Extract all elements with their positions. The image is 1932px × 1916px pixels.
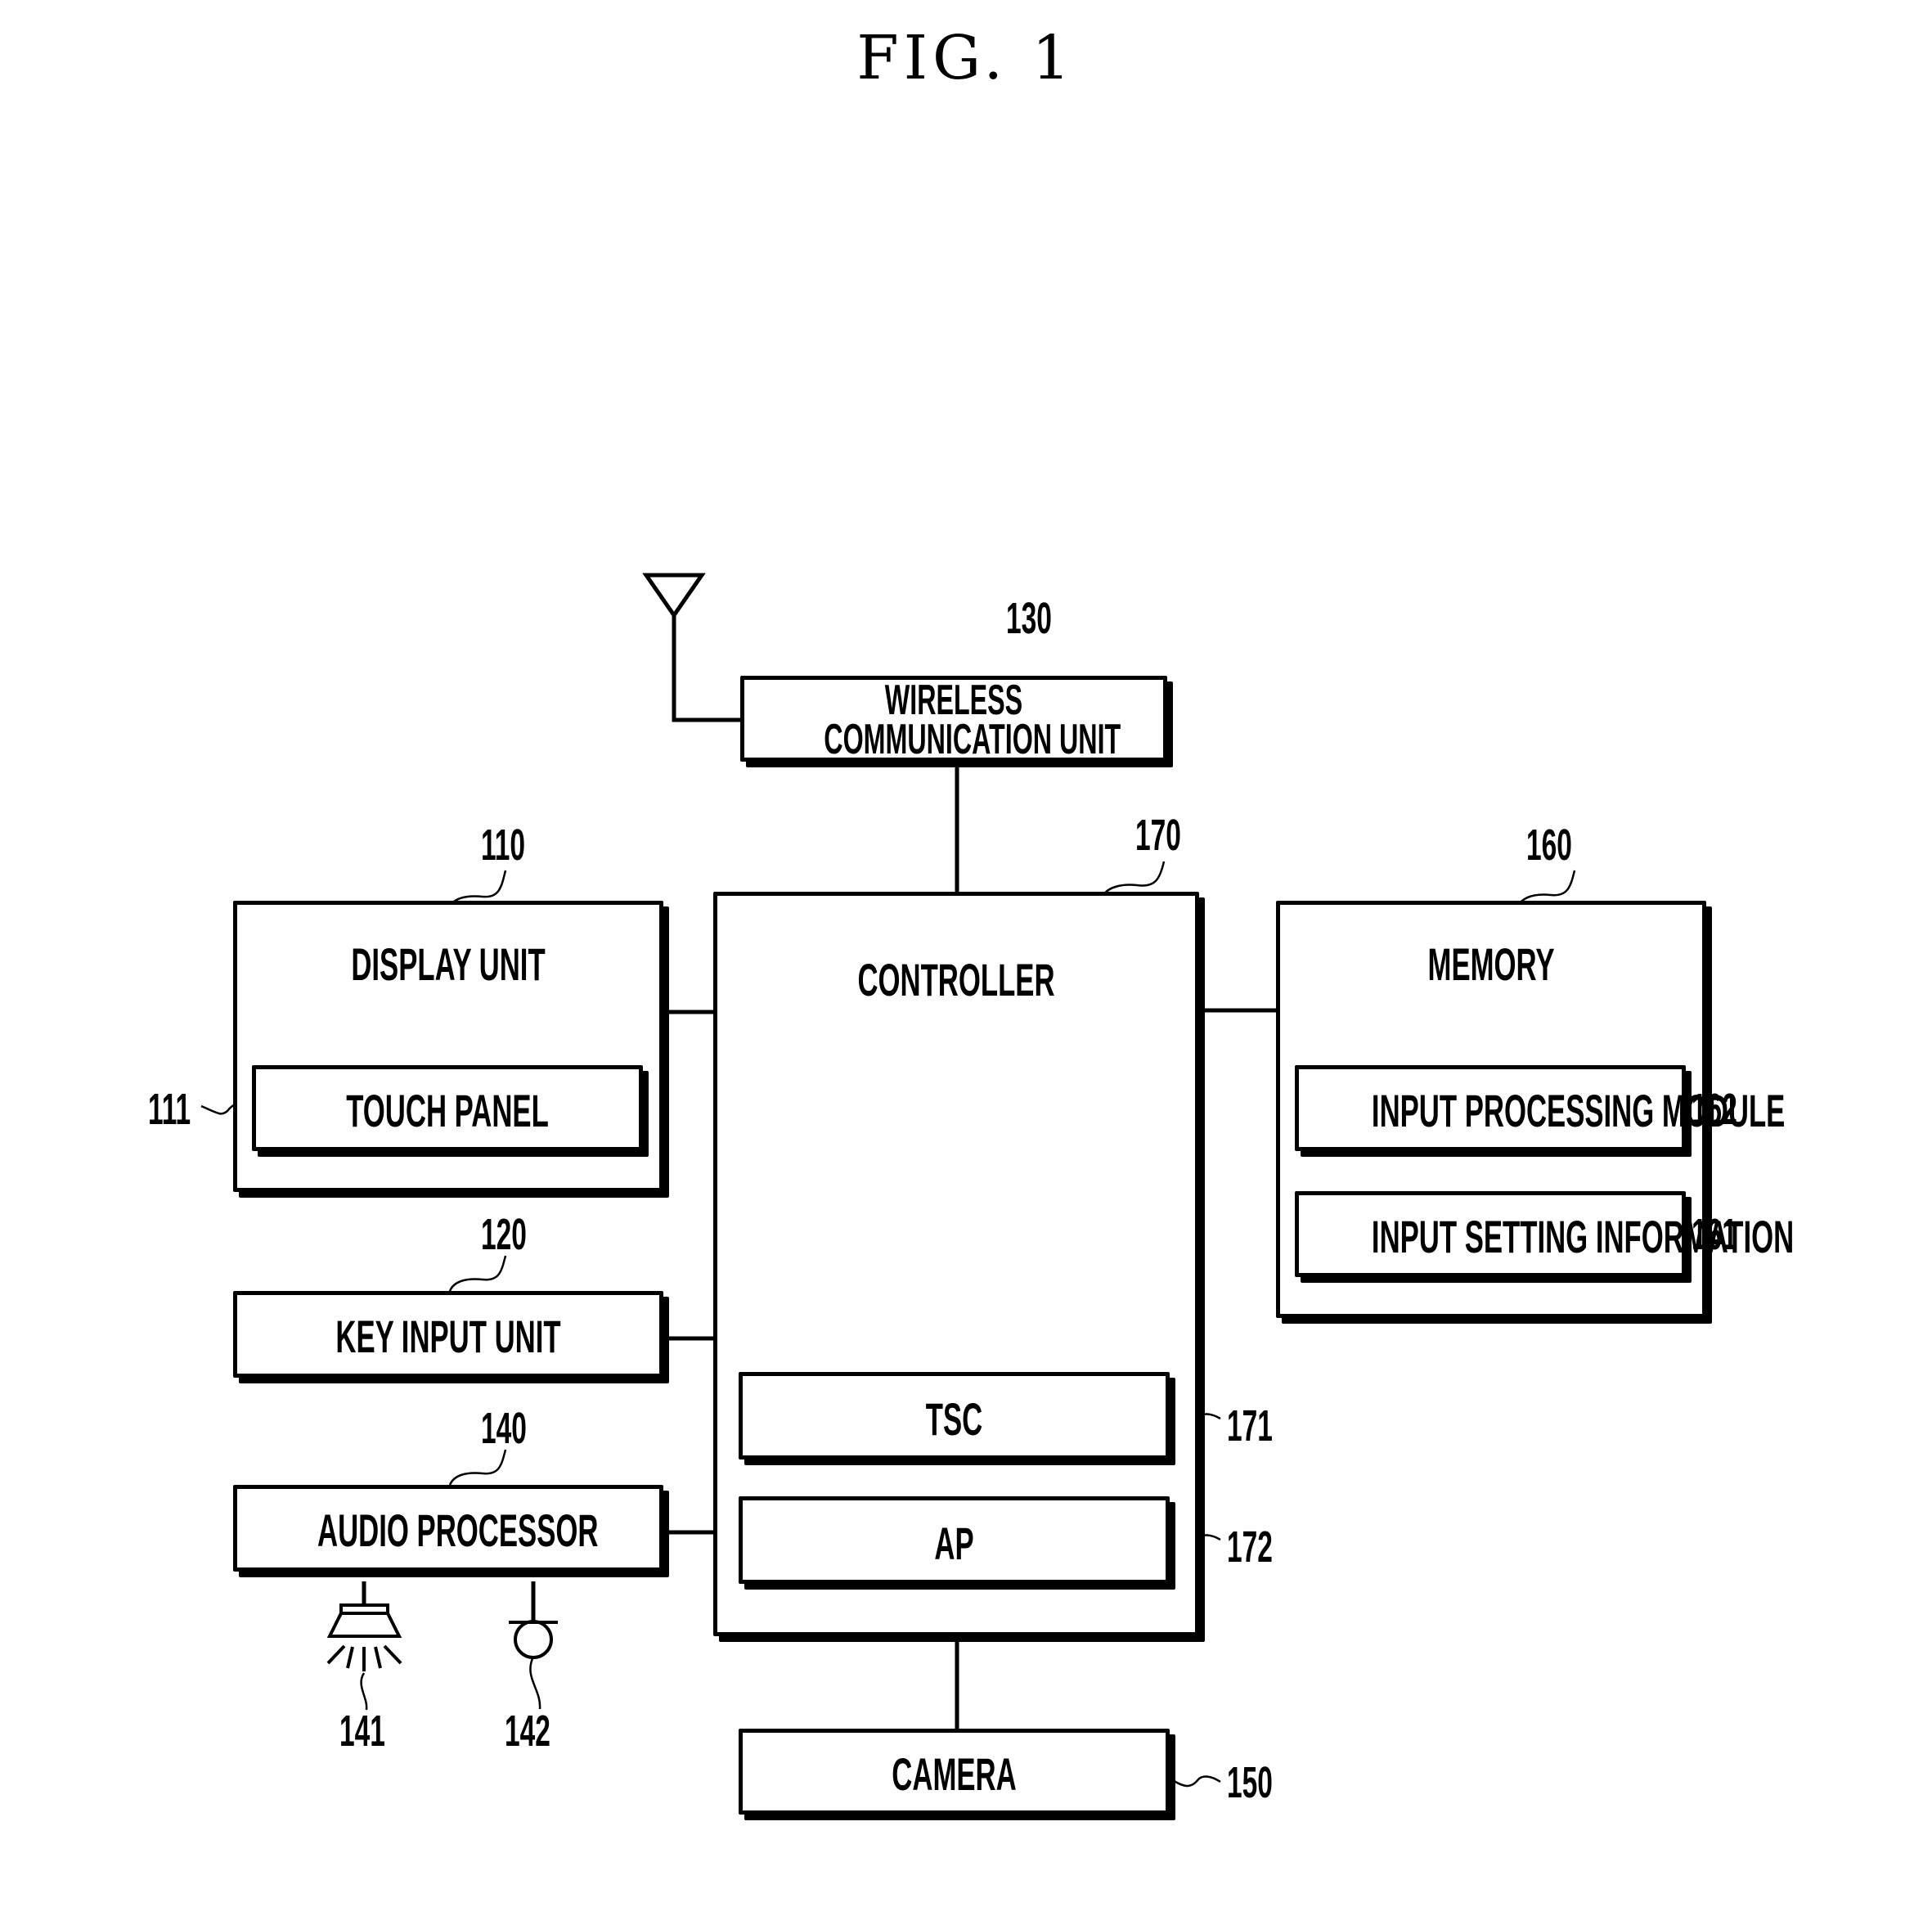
- ref-110: 110: [481, 821, 526, 870]
- ref-141: 141: [339, 1707, 385, 1756]
- tsc-block: TSC: [739, 1372, 1170, 1459]
- wireless-communication-unit-block: WIRELESS COMMUNICATION UNIT: [740, 676, 1167, 762]
- ap-label: AP: [934, 1518, 974, 1569]
- key-input-unit-block: KEY INPUT UNIT: [233, 1291, 663, 1378]
- memory-label: MEMORY: [1427, 938, 1555, 990]
- tsc-label: TSC: [925, 1393, 983, 1445]
- audio-processor-block: AUDIO PROCESSOR: [233, 1485, 663, 1572]
- ap-block: AP: [739, 1496, 1170, 1584]
- ref-111: 111: [148, 1085, 191, 1134]
- ref-150: 150: [1227, 1758, 1273, 1807]
- audio-processor-label: AUDIO PROCESSOR: [317, 1504, 599, 1556]
- block-diagram: FIG. 1 WIRELESS COMMUNICATION UNIT 130 C…: [0, 0, 1932, 1916]
- ref-120: 120: [481, 1210, 527, 1259]
- microphone-icon: [509, 1620, 558, 1659]
- input-processing-module-label: INPUT PROCESSING MODULE: [1371, 1085, 1786, 1136]
- touch-panel-label: TOUCH PANEL: [346, 1085, 549, 1136]
- ref-142: 142: [505, 1707, 550, 1756]
- speaker-icon: [326, 1603, 402, 1671]
- display-unit-label: DISPLAY UNIT: [351, 938, 546, 990]
- controller-label: CONTROLLER: [857, 954, 1055, 1005]
- input-setting-information-block: INPUT SETTING INFORMATION: [1295, 1191, 1795, 1277]
- wireless-label-line2: COMMUNICATION UNIT: [824, 716, 1121, 763]
- antenna-icon: [642, 573, 743, 722]
- ref-130: 130: [1006, 594, 1052, 643]
- ref-172: 172: [1227, 1522, 1273, 1572]
- ref-160: 160: [1526, 821, 1572, 870]
- ref-140: 140: [481, 1404, 527, 1453]
- ref-161: 161: [1692, 1210, 1737, 1259]
- key-input-unit-label: KEY INPUT UNIT: [335, 1311, 561, 1362]
- camera-label: CAMERA: [892, 1748, 1017, 1800]
- ref-162: 162: [1692, 1085, 1737, 1134]
- input-setting-information-label: INPUT SETTING INFORMATION: [1371, 1211, 1795, 1262]
- ref-171: 171: [1227, 1401, 1273, 1450]
- ref-170: 170: [1135, 811, 1181, 860]
- touch-panel-block: TOUCH PANEL: [252, 1065, 643, 1151]
- input-processing-module-block: INPUT PROCESSING MODULE: [1295, 1065, 1786, 1151]
- wireless-label-line1: WIRELESS: [884, 677, 1023, 724]
- camera-block: CAMERA: [739, 1729, 1170, 1815]
